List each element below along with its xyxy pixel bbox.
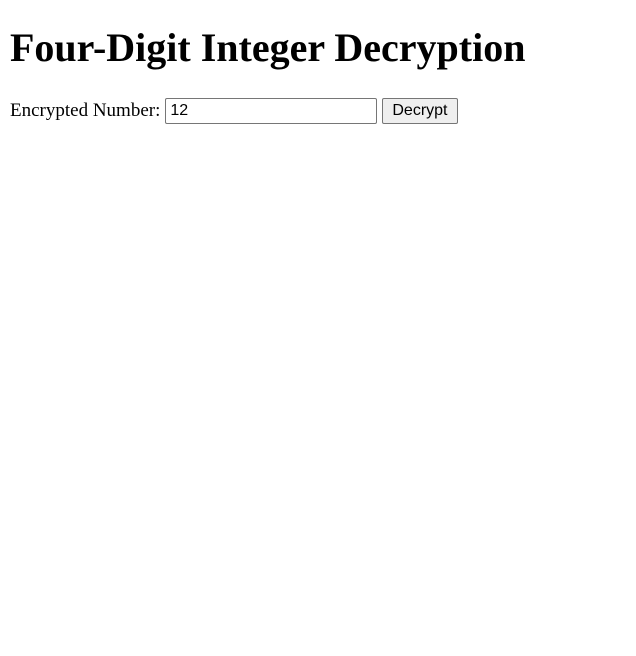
encrypted-number-input[interactable]: [165, 98, 378, 124]
encrypted-number-label: Encrypted Number:: [10, 100, 161, 121]
page: Four-Digit Integer Decryption Encrypted …: [0, 0, 636, 656]
decrypt-form: Encrypted Number: Decrypt: [10, 97, 626, 125]
page-title: Four-Digit Integer Decryption: [10, 25, 526, 70]
decrypt-button[interactable]: Decrypt: [382, 98, 458, 124]
